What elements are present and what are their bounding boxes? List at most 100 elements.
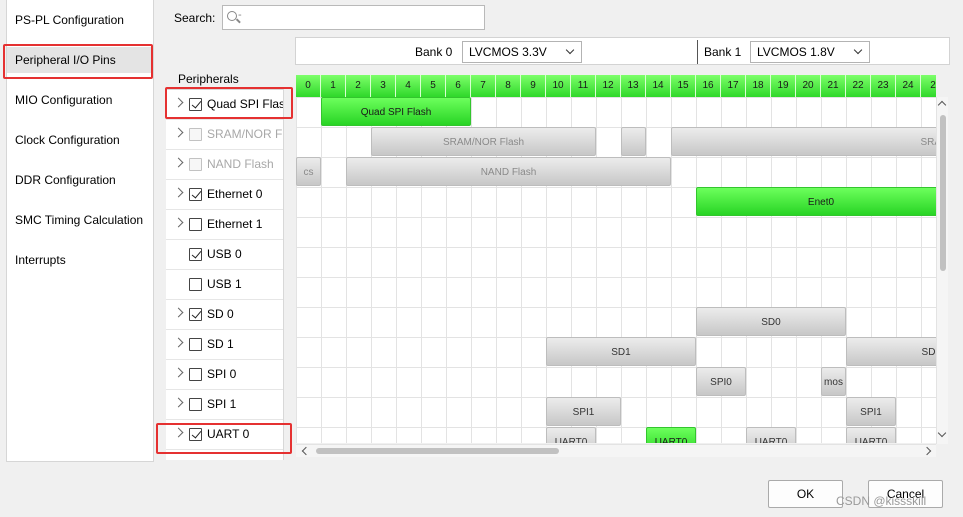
- watermark-text: CSDN @kissskill: [836, 494, 927, 508]
- pin-number: 14: [646, 75, 671, 97]
- pin-assignment-block[interactable]: SRA: [671, 127, 936, 156]
- pin-assignment-block[interactable]: SPI1: [846, 397, 896, 426]
- peripheral-row[interactable]: Ethernet 1: [166, 210, 283, 240]
- nav-item-mio-configuration[interactable]: MIO Configuration: [7, 87, 153, 113]
- peripheral-label: USB 1: [207, 277, 242, 291]
- scroll-left-icon[interactable]: [301, 446, 311, 456]
- peripheral-label: UART 0: [207, 427, 250, 441]
- pin-number: 15: [671, 75, 696, 97]
- peripheral-label: SD 0: [207, 307, 234, 321]
- peripheral-checkbox[interactable]: [189, 278, 202, 291]
- pin-number: 19: [771, 75, 796, 97]
- scroll-right-icon[interactable]: [922, 446, 932, 456]
- chevron-right-icon[interactable]: [173, 97, 184, 108]
- pin-number: 18: [746, 75, 771, 97]
- scroll-up-icon[interactable]: [937, 100, 947, 110]
- peripheral-label: SRAM/NOR Flash: [207, 127, 283, 141]
- pin-number: 0: [296, 75, 321, 97]
- chevron-down-icon: [853, 45, 863, 55]
- pin-assignment-block[interactable]: UART0: [646, 427, 696, 443]
- pin-assignment-block[interactable]: Quad SPI Flash: [321, 97, 471, 126]
- chevron-right-icon[interactable]: [173, 307, 184, 318]
- pin-number: 20: [796, 75, 821, 97]
- peripheral-checkbox[interactable]: [189, 338, 202, 351]
- nav-item-ps-pl-configuration[interactable]: PS-PL Configuration: [7, 7, 153, 33]
- peripheral-row[interactable]: USB 1: [166, 270, 283, 300]
- nav-item-interrupts[interactable]: Interrupts: [7, 247, 153, 273]
- peripheral-row[interactable]: SD 1: [166, 330, 283, 360]
- pin-assignment-block[interactable]: mos: [821, 367, 846, 396]
- pin-assignment-block[interactable]: UART0: [746, 427, 796, 443]
- chevron-right-icon[interactable]: [173, 157, 184, 168]
- peripheral-label: SPI 1: [207, 397, 237, 411]
- pin-assignment-block[interactable]: UART0: [546, 427, 596, 443]
- peripheral-checkbox[interactable]: [189, 218, 202, 231]
- horizontal-scroll-thumb[interactable]: [316, 448, 559, 454]
- navigation-panel: PS-PL Configuration Peripheral I/O Pins MI…: [6, 0, 154, 462]
- bank0-label: Bank 0: [415, 45, 453, 59]
- bank1-voltage-value: LVCMOS 1.8V: [757, 45, 835, 59]
- chevron-right-icon[interactable]: [173, 397, 184, 408]
- peripheral-checkbox[interactable]: [189, 248, 202, 261]
- chevron-right-icon[interactable]: [173, 367, 184, 378]
- chevron-right-icon[interactable]: [173, 427, 184, 438]
- peripheral-checkbox[interactable]: [189, 368, 202, 381]
- chevron-right-icon[interactable]: [173, 187, 184, 198]
- pin-assignment-block[interactable]: SD1: [546, 337, 696, 366]
- pin-number: 3: [371, 75, 396, 97]
- peripheral-row[interactable]: SPI 1: [166, 390, 283, 420]
- pin-assignment-block[interactable]: SPI1: [546, 397, 621, 426]
- peripheral-checkbox[interactable]: [189, 188, 202, 201]
- pin-assignment-block[interactable]: UART0: [846, 427, 896, 443]
- pin-number: 24: [896, 75, 921, 97]
- pin-number: 11: [571, 75, 596, 97]
- pin-number: 10: [546, 75, 571, 97]
- peripheral-checkbox[interactable]: [189, 128, 202, 141]
- peripheral-checkbox[interactable]: [189, 98, 202, 111]
- peripheral-checkbox[interactable]: [189, 428, 202, 441]
- horizontal-scrollbar[interactable]: [296, 444, 936, 457]
- peripheral-label: Ethernet 0: [207, 187, 263, 201]
- vertical-scrollbar[interactable]: [936, 97, 948, 444]
- pin-assignment-block[interactable]: SPI0: [696, 367, 746, 396]
- peripheral-row[interactable]: UART 0: [166, 420, 283, 450]
- peripheral-row[interactable]: NAND Flash: [166, 150, 283, 180]
- pin-assignment-block[interactable]: SD0: [696, 307, 846, 336]
- pin-assignment-block[interactable]: Enet0: [696, 187, 936, 216]
- chevron-right-icon[interactable]: [173, 217, 184, 228]
- nav-item-smc-timing-calculation[interactable]: SMC Timing Calculation: [7, 207, 153, 233]
- chevron-right-icon[interactable]: [173, 127, 184, 138]
- search-box[interactable]: -: [222, 5, 485, 30]
- pin-assignment-block[interactable]: SRAM/NOR Flash: [371, 127, 596, 156]
- peripheral-checkbox[interactable]: [189, 158, 202, 171]
- pin-assignment-block[interactable]: [621, 127, 646, 156]
- search-input[interactable]: [245, 8, 481, 27]
- peripheral-label: SPI 0: [207, 367, 237, 381]
- pin-number: 8: [496, 75, 521, 97]
- pin-assignment-block[interactable]: SD1: [846, 337, 936, 366]
- pin-grid: 0 1 2 3 4 5 6 7 8 9 10 11 12 13 14 15 16 17 18 19 20 21 22 23 24…: [296, 75, 936, 443]
- nav-item-clock-configuration[interactable]: Clock Configuration: [7, 127, 153, 153]
- bank1-voltage-select[interactable]: LVCMOS 1.8V: [750, 41, 870, 63]
- peripheral-row[interactable]: SRAM/NOR Flash: [166, 120, 283, 150]
- peripheral-row[interactable]: Ethernet 0: [166, 180, 283, 210]
- search-icon: [227, 11, 237, 21]
- peripheral-checkbox[interactable]: [189, 398, 202, 411]
- vertical-scroll-thumb[interactable]: [940, 115, 946, 271]
- pin-assignment-block[interactable]: NAND Flash: [346, 157, 671, 186]
- nav-item-peripheral-i-o-pins[interactable]: Peripheral I/O Pins: [7, 47, 153, 73]
- bank0-voltage-select[interactable]: LVCMOS 3.3V: [462, 41, 582, 63]
- bank1-label: Bank 1: [704, 45, 742, 59]
- peripheral-label: Ethernet 1: [207, 217, 263, 231]
- pin-assignment-block[interactable]: cs: [296, 157, 321, 186]
- peripheral-row[interactable]: SD 0: [166, 300, 283, 330]
- scroll-down-icon[interactable]: [937, 428, 947, 438]
- ok-button[interactable]: OK: [768, 480, 843, 508]
- chevron-right-icon[interactable]: [173, 337, 184, 348]
- peripheral-row[interactable]: USB 0: [166, 240, 283, 270]
- nav-item-ddr-configuration[interactable]: DDR Configuration: [7, 167, 153, 193]
- peripheral-row[interactable]: SPI 0: [166, 360, 283, 390]
- peripheral-row[interactable]: Quad SPI Flash: [166, 90, 283, 120]
- peripheral-checkbox[interactable]: [189, 308, 202, 321]
- pin-number: 2: [346, 75, 371, 97]
